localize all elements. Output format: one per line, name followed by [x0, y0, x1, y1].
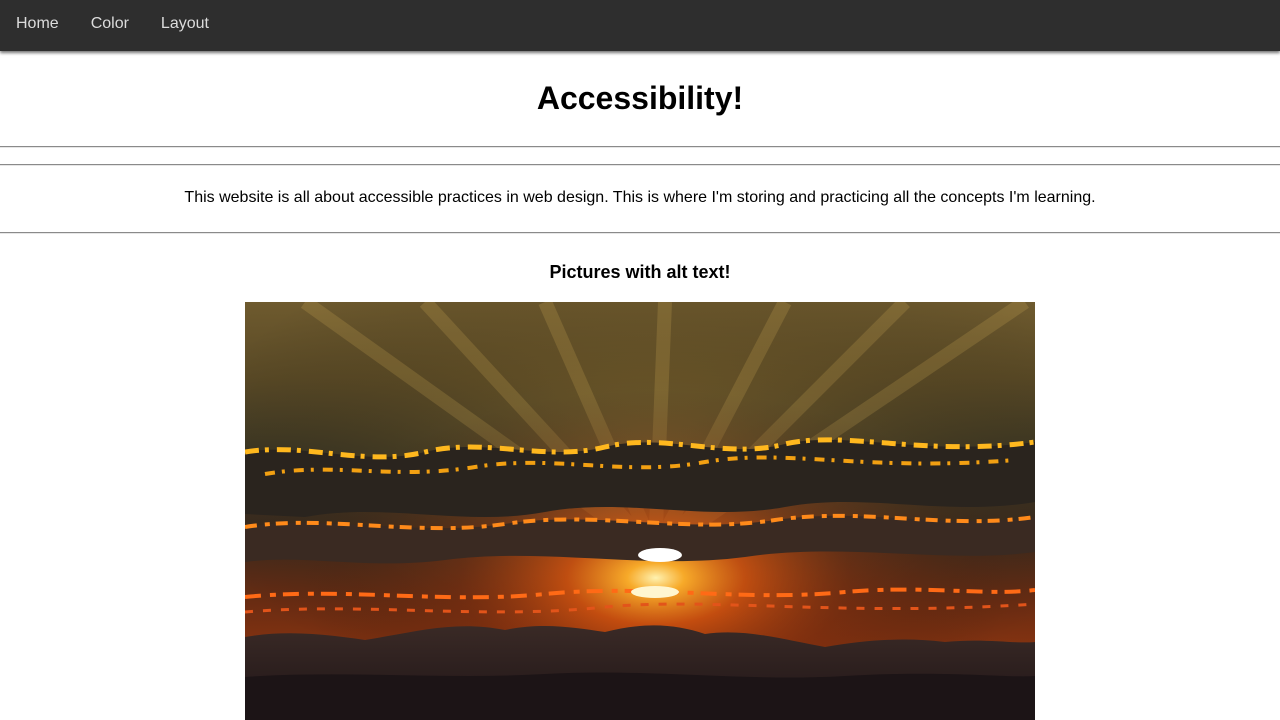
pictures-heading: Pictures with alt text!: [549, 262, 731, 282]
intro-paragraph: This website is all about accessible pra…: [184, 189, 1096, 206]
top-navbar: Home Color Layout: [0, 0, 1280, 51]
page-title: Accessibility!: [536, 80, 744, 116]
sunset-image: [245, 302, 1035, 720]
divider-top: [0, 146, 1280, 148]
nav-link-home[interactable]: Home: [0, 0, 75, 48]
nav-link-color[interactable]: Color: [75, 0, 145, 48]
sunset-photo: [245, 302, 1035, 720]
nav-link-layout[interactable]: Layout: [145, 0, 225, 48]
divider-intro-top: [0, 164, 1280, 166]
divider-intro-bottom: [0, 232, 1280, 234]
